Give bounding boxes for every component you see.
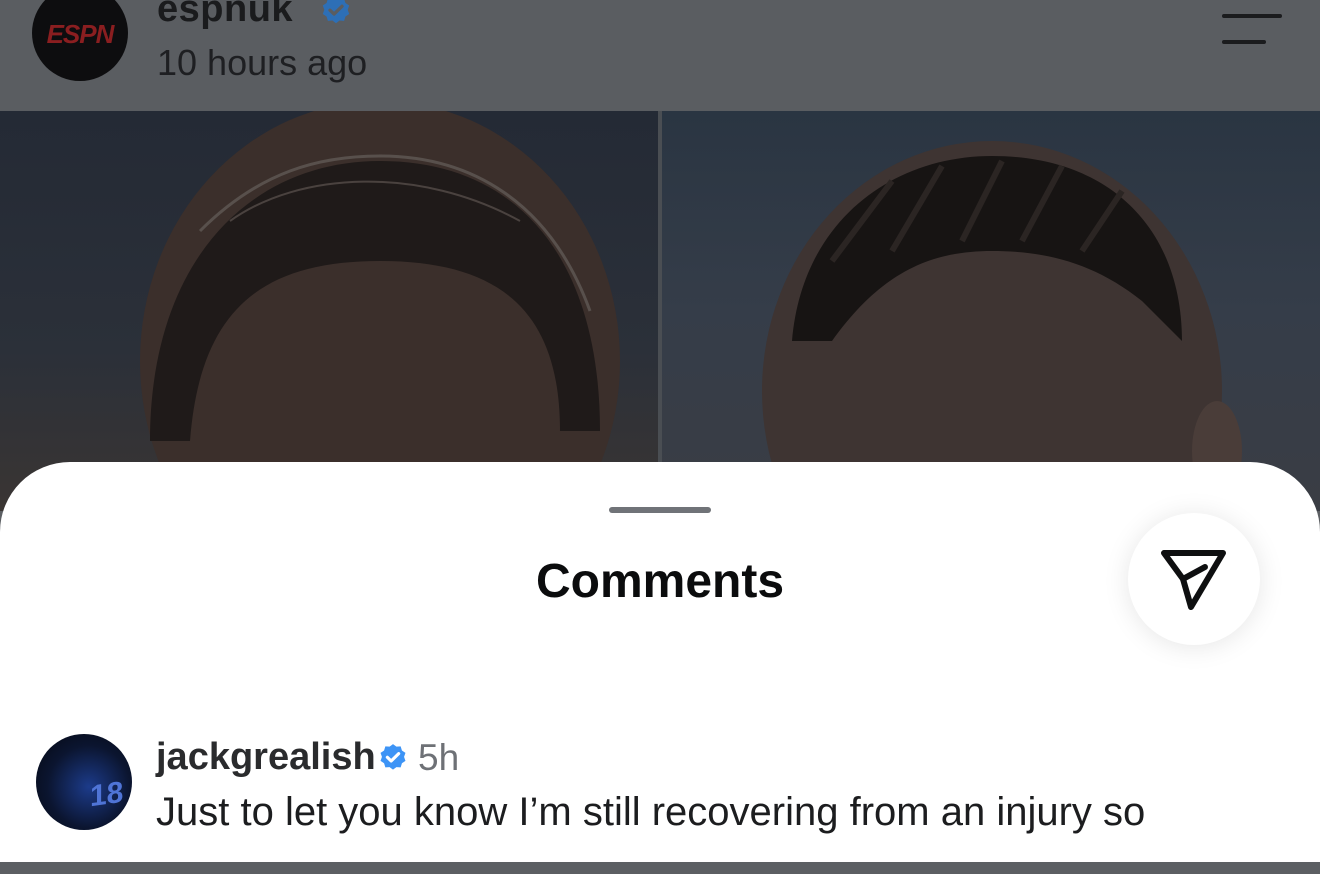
comment-username[interactable]: jackgrealish xyxy=(156,736,376,779)
share-button[interactable] xyxy=(1128,513,1260,645)
page-title: Comments xyxy=(535,555,785,608)
post-image-left-portrait xyxy=(0,111,658,511)
post-username[interactable]: espnuk xyxy=(157,0,293,31)
espn-logo: ESPN xyxy=(46,19,115,49)
hamburger-menu-icon[interactable] xyxy=(1222,14,1284,48)
paper-plane-icon xyxy=(1161,550,1226,610)
comment-item: 18 jackgrealish 5h Just to let you know … xyxy=(0,734,1320,874)
verified-badge-icon xyxy=(380,744,406,770)
avatar[interactable]: 18 xyxy=(36,734,132,830)
comment-timestamp: 5h xyxy=(418,737,460,778)
comments-sheet: Comments 18 jackgrealish 5h Just to let … xyxy=(0,462,1320,862)
verified-badge-icon xyxy=(322,0,350,24)
comment-text: Just to let you know I’m still recoverin… xyxy=(156,790,1146,834)
sheet-grabber[interactable] xyxy=(609,507,711,513)
avatar[interactable]: ESPN xyxy=(32,0,128,81)
post-header: ESPN espnuk 10 hours ago xyxy=(0,0,1320,111)
post-image-right-portrait xyxy=(662,111,1320,511)
post-timestamp: 10 hours ago xyxy=(157,42,368,83)
avatar-jersey-number: 18 xyxy=(90,775,124,814)
post-image[interactable] xyxy=(0,111,1320,511)
